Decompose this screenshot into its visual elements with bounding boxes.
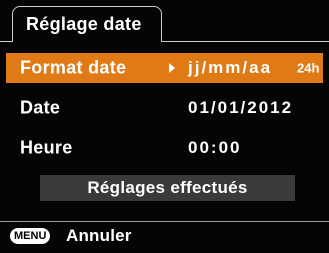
menu-button-icon: MENU [10,228,51,244]
setting-value: 01/01/2012 [188,98,294,117]
setting-row-date-format[interactable]: Format date jj/mm/aa 24h [6,53,323,83]
setting-label: Heure [20,137,73,158]
page-title: Réglage date [26,14,142,34]
footer-divider [0,221,329,222]
triangle-right-icon [169,63,175,73]
setting-value: 00:00 [188,138,242,157]
setting-label: Date [20,97,61,118]
cancel-action-label[interactable]: Annuler [66,226,132,246]
confirm-settings-button[interactable]: Réglages effectués [40,175,295,201]
setting-row-time[interactable]: Heure 00:00 [6,133,323,163]
title-divider [161,41,329,42]
setting-row-date[interactable]: Date 01/01/2012 [6,93,323,123]
title-divider [0,41,13,42]
setting-value: jj/mm/aa [188,58,273,77]
setting-label: Format date [20,57,127,78]
time-format-value[interactable]: 24h [297,61,319,76]
camera-menu-screen: Réglage date Format date jj/mm/aa 24h Da… [0,0,329,253]
